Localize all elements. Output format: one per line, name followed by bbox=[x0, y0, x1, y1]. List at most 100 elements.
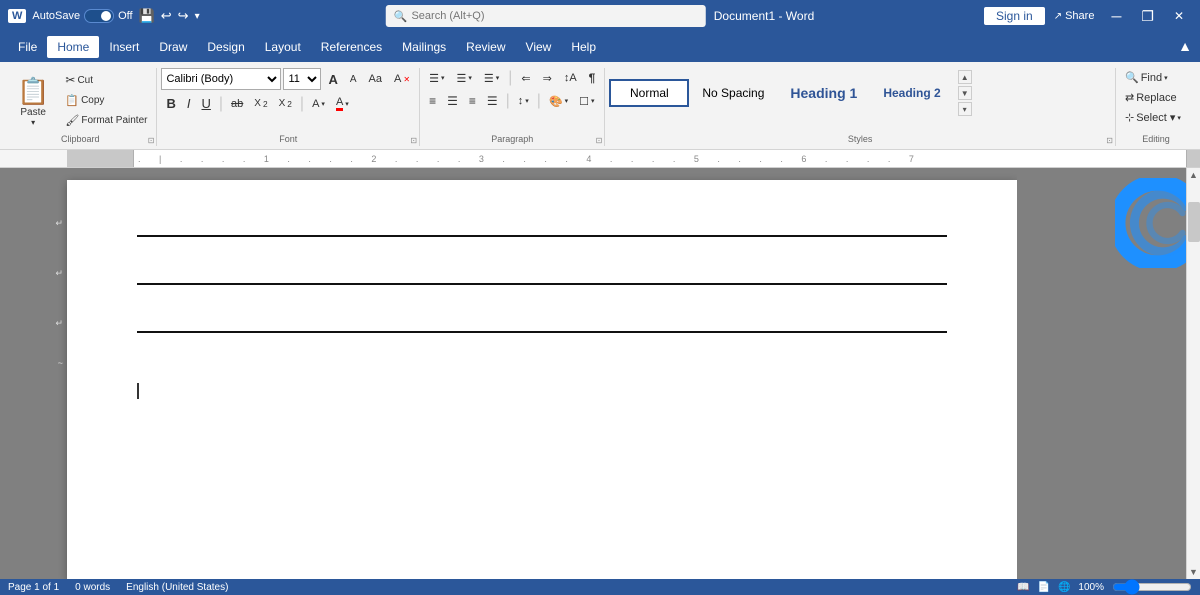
justify-btn[interactable]: ☰ bbox=[482, 91, 503, 111]
menu-references[interactable]: References bbox=[311, 36, 392, 58]
bullets-dd: ▾ bbox=[441, 74, 445, 82]
menu-home[interactable]: Home bbox=[47, 36, 99, 58]
paragraph-group: ☰ ▾ ☰ ▾ ☰ ▾ | ⇐ ⇒ ↕A ¶ bbox=[420, 68, 605, 146]
zoom-slider[interactable] bbox=[1112, 582, 1192, 592]
paragraph-group-inner: ☰ ▾ ☰ ▾ ☰ ▾ | ⇐ ⇒ ↕A ¶ bbox=[424, 68, 600, 111]
menu-design[interactable]: Design bbox=[197, 36, 254, 58]
numbering-btn[interactable]: ☰ ▾ bbox=[451, 69, 476, 88]
editing-group: 🔍 Find ▾ ⇄ Replace ⊹ Select ▾ ▾ Editing bbox=[1116, 68, 1196, 146]
menu-file[interactable]: File bbox=[8, 36, 47, 58]
bullets-btn[interactable]: ☰ ▾ bbox=[424, 69, 449, 88]
restore-btn[interactable]: ❐ bbox=[1133, 6, 1162, 27]
borders-btn[interactable]: ☐ ▾ bbox=[574, 92, 599, 111]
view-web-btn[interactable]: 🌐 bbox=[1058, 582, 1070, 593]
superscript-btn[interactable]: X2 bbox=[274, 95, 297, 112]
menu-review[interactable]: Review bbox=[456, 36, 515, 58]
undo-btn[interactable]: ↩ bbox=[161, 8, 172, 24]
sign-in-button[interactable]: Sign in bbox=[984, 7, 1045, 25]
paste-button[interactable]: 📋 Paste ▾ bbox=[8, 73, 58, 128]
style-normal[interactable]: Normal bbox=[609, 79, 689, 108]
clipboard-label: Clipboard bbox=[4, 134, 156, 144]
status-bar: Page 1 of 1 0 words English (United Stat… bbox=[0, 579, 1200, 595]
menu-draw[interactable]: Draw bbox=[149, 36, 197, 58]
align-center-btn[interactable]: ☰ bbox=[442, 91, 463, 111]
multilevel-icon: ☰ bbox=[484, 72, 494, 85]
styles-more-btn[interactable]: ▾ bbox=[958, 102, 972, 116]
line-spacing-icon: ↕ bbox=[518, 95, 524, 107]
scroll-down-btn[interactable]: ▼ bbox=[1187, 565, 1200, 579]
style-heading1[interactable]: Heading 1 bbox=[777, 80, 870, 106]
quick-access-more-btn[interactable]: ▾ bbox=[195, 11, 200, 22]
align-left-btn[interactable]: ≡ bbox=[424, 91, 441, 111]
shading-btn[interactable]: 🎨 ▾ bbox=[544, 92, 573, 111]
autosave-toggle[interactable] bbox=[84, 9, 114, 23]
search-input[interactable] bbox=[411, 10, 671, 22]
show-marks-btn[interactable]: ¶ bbox=[584, 68, 601, 88]
copy-button[interactable]: 📋 Copy bbox=[60, 91, 152, 110]
close-btn[interactable]: ✕ bbox=[1166, 7, 1192, 25]
sort-btn[interactable]: ↕A bbox=[559, 69, 582, 87]
clear-formatting-btn[interactable]: A ✕ bbox=[389, 70, 415, 88]
text-highlight-btn[interactable]: A ▾ bbox=[307, 95, 330, 113]
multilevel-btn[interactable]: ☰ ▾ bbox=[479, 69, 504, 88]
share-button[interactable]: ↗ Share bbox=[1049, 7, 1100, 25]
align-right-btn[interactable]: ≡ bbox=[464, 91, 481, 111]
save-quick-btn[interactable]: 💾 bbox=[139, 8, 155, 24]
title-bar-left: W AutoSave Off 💾 ↩ ↪ ▾ bbox=[8, 8, 200, 24]
select-button[interactable]: ⊹ Select ▾ ▾ bbox=[1120, 108, 1192, 127]
menu-view[interactable]: View bbox=[516, 36, 562, 58]
scroll-up-btn[interactable]: ▲ bbox=[1187, 168, 1200, 182]
view-read-btn[interactable]: 📖 bbox=[1017, 582, 1029, 593]
find-button[interactable]: 🔍 Find ▾ bbox=[1120, 68, 1192, 87]
font-grow-btn[interactable]: A bbox=[323, 69, 342, 90]
document-page[interactable] bbox=[67, 180, 1017, 579]
scroll-thumb[interactable] bbox=[1188, 202, 1200, 242]
copy-icon: 📋 bbox=[65, 94, 79, 107]
clipboard-sub-buttons: ✂ Cut 📋 Copy 🖌 Format Painter bbox=[60, 70, 152, 130]
search-bar-container[interactable]: 🔍 bbox=[386, 5, 706, 27]
style-no-spacing-preview: No Spacing bbox=[702, 87, 764, 99]
view-print-btn[interactable]: 📄 bbox=[1038, 582, 1050, 593]
font-color-btn[interactable]: A ▾ bbox=[331, 93, 354, 114]
italic-btn[interactable]: I bbox=[182, 93, 196, 114]
font-shrink-btn[interactable]: A bbox=[345, 71, 362, 88]
menu-layout[interactable]: Layout bbox=[255, 36, 311, 58]
margin-mark-1: ↵ bbox=[55, 218, 63, 229]
font-expand-btn[interactable]: ⊡ bbox=[410, 136, 417, 145]
minimize-btn[interactable]: ─ bbox=[1103, 6, 1129, 26]
font-size-select[interactable]: 11 bbox=[283, 68, 321, 90]
bold-btn[interactable]: B bbox=[161, 93, 180, 114]
underline-btn[interactable]: U bbox=[197, 93, 216, 114]
line-spacing-btn[interactable]: ↕ ▾ bbox=[513, 92, 534, 110]
menu-help[interactable]: Help bbox=[561, 36, 606, 58]
styles-scroll-down-btn[interactable]: ▼ bbox=[958, 86, 972, 100]
share-label: Share bbox=[1065, 10, 1094, 22]
paragraph-expand-btn[interactable]: ⊡ bbox=[596, 136, 603, 145]
cut-icon: ✂ bbox=[65, 73, 75, 87]
font-name-select[interactable]: Calibri (Body) bbox=[161, 68, 281, 90]
copy-label: Copy bbox=[81, 95, 104, 106]
increase-indent-btn[interactable]: ⇒ bbox=[538, 69, 557, 88]
font-color-dropdown: ▾ bbox=[345, 100, 349, 108]
title-center-area: 🔍 Document1 - Word bbox=[386, 5, 814, 27]
decrease-indent-btn[interactable]: ⇐ bbox=[516, 69, 535, 88]
redo-btn[interactable]: ↪ bbox=[178, 8, 189, 24]
ribbon-collapse-btn[interactable]: ▲ bbox=[1178, 38, 1192, 56]
styles-scroll-up-btn[interactable]: ▲ bbox=[958, 70, 972, 84]
clipboard-expand-btn[interactable]: ⊡ bbox=[148, 136, 155, 145]
editing-group-inner: 🔍 Find ▾ ⇄ Replace ⊹ Select ▾ ▾ bbox=[1120, 68, 1192, 127]
style-heading2[interactable]: Heading 2 bbox=[870, 81, 953, 105]
style-no-spacing[interactable]: No Spacing bbox=[689, 82, 777, 104]
styles-expand-btn[interactable]: ⊡ bbox=[1106, 136, 1113, 145]
menu-mailings[interactable]: Mailings bbox=[392, 36, 456, 58]
cut-button[interactable]: ✂ Cut bbox=[60, 70, 152, 90]
subscript-btn[interactable]: X2 bbox=[249, 95, 272, 112]
title-bar: W AutoSave Off 💾 ↩ ↪ ▾ 🔍 Document1 - Wor… bbox=[0, 0, 1200, 32]
vertical-scrollbar[interactable]: ▲ ▼ bbox=[1186, 168, 1200, 579]
strikethrough-btn[interactable]: ab bbox=[226, 95, 248, 113]
menu-insert[interactable]: Insert bbox=[99, 36, 149, 58]
ruler-left-margin bbox=[67, 150, 134, 167]
format-painter-button[interactable]: 🖌 Format Painter bbox=[60, 111, 152, 130]
replace-button[interactable]: ⇄ Replace bbox=[1120, 88, 1192, 107]
change-case-btn[interactable]: Aa bbox=[364, 70, 387, 88]
